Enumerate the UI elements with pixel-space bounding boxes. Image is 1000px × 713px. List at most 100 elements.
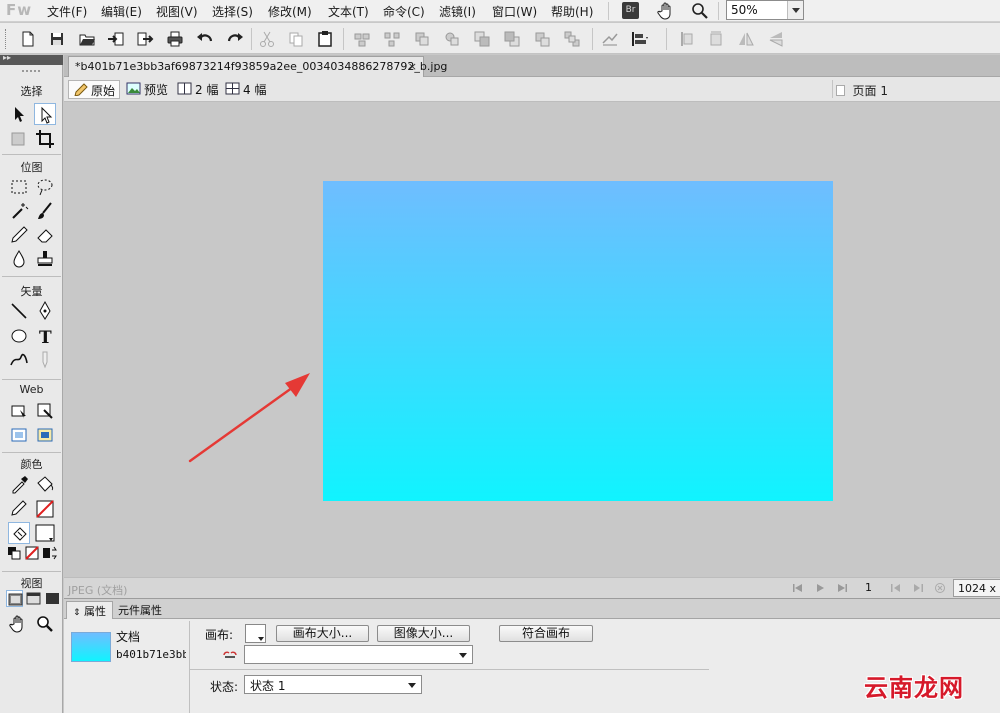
pointer-tool-icon[interactable] bbox=[8, 103, 30, 125]
state-select[interactable]: 状态 1 bbox=[244, 675, 422, 694]
bring-front-icon[interactable] bbox=[472, 29, 492, 49]
stroke-swatch-none[interactable] bbox=[34, 498, 56, 520]
subselect-tool-icon[interactable] bbox=[34, 103, 56, 125]
show-slices-icon[interactable] bbox=[34, 424, 56, 446]
hotspot-tool-icon[interactable] bbox=[8, 400, 30, 422]
import-icon[interactable] bbox=[106, 29, 126, 49]
menu-filters[interactable]: 滤镜(I) bbox=[439, 3, 476, 20]
bridge-button[interactable]: Br bbox=[622, 2, 639, 19]
fill-swatch[interactable] bbox=[34, 522, 56, 544]
next-frame-icon[interactable] bbox=[912, 582, 924, 594]
export-icon[interactable] bbox=[135, 29, 155, 49]
play-icon[interactable] bbox=[814, 582, 826, 594]
view-preview-button[interactable]: 预览 bbox=[122, 80, 172, 99]
redo-icon[interactable] bbox=[225, 29, 245, 49]
align-menu-icon[interactable] bbox=[630, 29, 650, 49]
new-file-icon[interactable] bbox=[18, 29, 38, 49]
zoom-icon[interactable] bbox=[690, 1, 710, 21]
cut-icon[interactable] bbox=[257, 29, 277, 49]
page-indicator[interactable]: 页面 1 bbox=[835, 82, 888, 99]
close-icon[interactable]: × bbox=[408, 60, 417, 73]
magic-wand-icon[interactable] bbox=[8, 200, 30, 222]
view-2up-button[interactable]: 2 幅 bbox=[173, 80, 222, 99]
fit-canvas-button[interactable]: 符合画布 bbox=[499, 625, 593, 642]
previous-frame-icon[interactable] bbox=[890, 582, 902, 594]
tab-symbol-properties[interactable]: 元件属性 bbox=[112, 601, 168, 619]
freeform-tool-icon[interactable] bbox=[8, 349, 30, 371]
flip-vertical-icon[interactable] bbox=[766, 29, 786, 49]
undo-icon[interactable] bbox=[195, 29, 215, 49]
tools-panel-header[interactable] bbox=[0, 53, 63, 65]
full-screen-icon[interactable] bbox=[44, 590, 61, 607]
no-color-icon[interactable] bbox=[24, 545, 40, 561]
send-backward-icon[interactable] bbox=[562, 29, 582, 49]
join-icon[interactable] bbox=[412, 29, 432, 49]
standard-screen-icon[interactable] bbox=[6, 590, 23, 607]
text-tool-icon[interactable]: T bbox=[34, 325, 56, 347]
zoom-tool-icon[interactable] bbox=[34, 613, 56, 635]
fill-color-icon[interactable] bbox=[8, 522, 30, 544]
rubber-stamp-icon[interactable] bbox=[34, 248, 56, 270]
view-4up-button[interactable]: 4 幅 bbox=[221, 80, 270, 99]
swap-colors-icon[interactable] bbox=[42, 545, 58, 561]
document-image[interactable] bbox=[323, 181, 833, 501]
menu-view[interactable]: 视图(V) bbox=[156, 3, 198, 20]
menu-select[interactable]: 选择(S) bbox=[212, 3, 253, 20]
hide-slices-icon[interactable] bbox=[8, 424, 30, 446]
canvas-color-swatch[interactable] bbox=[245, 624, 266, 643]
stop-icon[interactable] bbox=[934, 582, 946, 594]
pencil-tool-icon[interactable] bbox=[8, 224, 30, 246]
image-size-button[interactable]: 图像大小... bbox=[377, 625, 470, 642]
canvas-area[interactable] bbox=[64, 103, 1000, 576]
tab-properties[interactable]: ⇕ 属性 bbox=[66, 601, 114, 619]
menu-help[interactable]: 帮助(H) bbox=[551, 3, 593, 20]
bring-forward-icon[interactable] bbox=[532, 29, 552, 49]
menu-commands[interactable]: 命令(C) bbox=[383, 3, 425, 20]
paint-bucket-icon[interactable] bbox=[34, 473, 56, 495]
link-select[interactable] bbox=[244, 645, 473, 664]
rotate-icon[interactable] bbox=[706, 29, 726, 49]
eraser-tool-icon[interactable] bbox=[34, 224, 56, 246]
first-frame-icon[interactable] bbox=[792, 582, 804, 594]
hand-tool-icon[interactable] bbox=[8, 613, 30, 635]
hand-icon[interactable] bbox=[656, 1, 676, 21]
view-original-button[interactable]: 原始 bbox=[68, 80, 121, 99]
last-frame-icon[interactable] bbox=[836, 582, 848, 594]
blur-tool-icon[interactable] bbox=[8, 248, 30, 270]
canvas-size-button[interactable]: 画布大小... bbox=[276, 625, 369, 642]
menu-file[interactable]: 文件(F) bbox=[47, 3, 87, 20]
line-tool-icon[interactable] bbox=[8, 300, 30, 322]
send-back-icon[interactable] bbox=[502, 29, 522, 49]
lasso-tool-icon[interactable] bbox=[34, 176, 56, 198]
menu-window[interactable]: 窗口(W) bbox=[492, 3, 537, 20]
zoom-select[interactable]: 50% bbox=[726, 0, 804, 20]
brush-tool-icon[interactable] bbox=[34, 200, 56, 222]
paste-icon[interactable] bbox=[315, 29, 335, 49]
scale-tool-icon[interactable] bbox=[8, 128, 30, 150]
slice-tool-icon[interactable] bbox=[34, 400, 56, 422]
ellipse-tool-icon[interactable] bbox=[8, 325, 30, 347]
pen-tool-icon[interactable] bbox=[34, 300, 56, 322]
marquee-tool-icon[interactable] bbox=[8, 176, 30, 198]
default-colors-icon[interactable] bbox=[6, 545, 22, 561]
split-icon[interactable] bbox=[442, 29, 462, 49]
menu-edit[interactable]: 编辑(E) bbox=[101, 3, 142, 20]
knife-tool-icon[interactable] bbox=[34, 349, 56, 371]
menu-modify[interactable]: 修改(M) bbox=[268, 3, 312, 20]
toolbar-grip[interactable] bbox=[5, 29, 8, 49]
maximized-screen-icon[interactable] bbox=[25, 590, 42, 607]
menu-text[interactable]: 文本(T) bbox=[328, 3, 369, 20]
align-left-icon[interactable] bbox=[677, 29, 697, 49]
group-icon[interactable] bbox=[352, 29, 372, 49]
crop-tool-icon[interactable] bbox=[34, 128, 56, 150]
distribute-icon[interactable] bbox=[600, 29, 620, 49]
ungroup-icon[interactable] bbox=[382, 29, 402, 49]
print-icon[interactable] bbox=[165, 29, 185, 49]
document-tab[interactable]: *b401b71e3bb3af69873214f93859a2ee_003403… bbox=[68, 56, 447, 77]
stroke-color-icon[interactable] bbox=[8, 498, 30, 520]
tools-grip[interactable] bbox=[22, 70, 40, 73]
flip-horizontal-icon[interactable] bbox=[736, 29, 756, 49]
open-folder-icon[interactable] bbox=[77, 29, 97, 49]
eyedropper-icon[interactable] bbox=[8, 473, 30, 495]
save-icon[interactable] bbox=[47, 29, 67, 49]
